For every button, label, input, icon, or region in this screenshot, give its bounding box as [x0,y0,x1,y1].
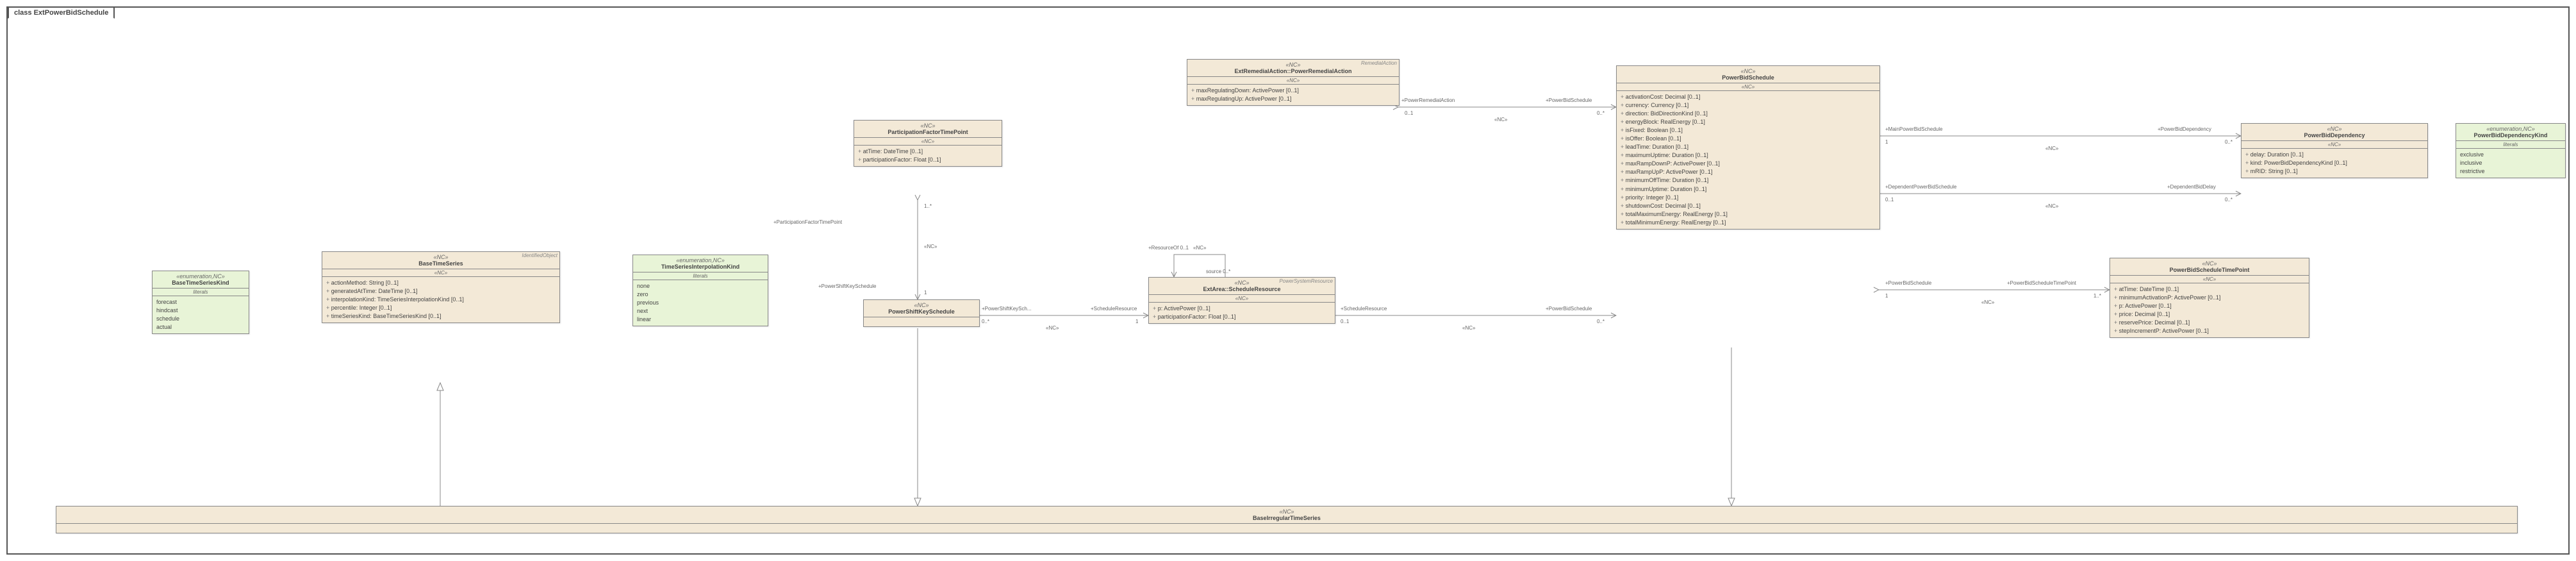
frame-title: class ExtPowerBidSchedule [8,6,115,19]
enum-pbdepkind: «enumeration,NC»PowerBidDependencyKind l… [2456,123,2566,178]
lbl-pftp: +ParticipationFactorTimePoint [773,219,842,225]
class-pftimepoint: «NC»ParticipationFactorTimePoint «NC» at… [854,120,1002,167]
enum-basetimeserieskind: «enumeration,NC»BaseTimeSeriesKind liter… [152,271,249,334]
literals-label: literals [153,289,249,296]
diagram-frame: class ExtPowerBidSchedule [6,6,2570,555]
class-pbdep: «NC»PowerBidDependency «NC» delay: Durat… [2241,123,2428,178]
parent-label: IdentifiedObject [520,252,559,259]
class-basetimeseries: IdentifiedObject «NC»BaseTimeSeries «NC»… [322,251,560,323]
class-schedres: PowerSystemResource «NC»ExtArea::Schedul… [1148,277,1335,324]
class-pbsched: «NC»PowerBidSchedule «NC» activationCost… [1616,65,1880,230]
class-baseirr: «NC»BaseIrregularTimeSeries [56,506,2518,533]
class-pbstp: «NC»PowerBidScheduleTimePoint «NC» atTim… [2110,258,2309,338]
class-powerra: RemedialAction «NC»ExtRemedialAction::Po… [1187,59,1399,106]
stereo-nc: «NC» [322,269,559,277]
class-psks: «NC»PowerShiftKeySchedule [863,299,980,327]
enum-tsinterp: «enumeration,NC»TimeSeriesInterpolationK… [632,255,768,326]
